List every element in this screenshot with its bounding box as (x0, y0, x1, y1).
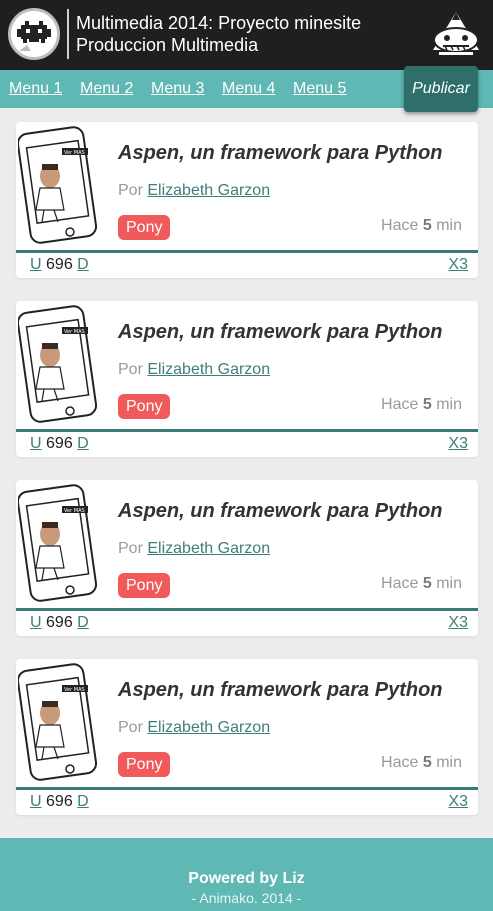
post-time: Hace 5 min (381, 575, 462, 593)
vote-score: 696 (46, 793, 73, 810)
post-author-line: Por Elizabeth Garzon (118, 182, 270, 200)
card-separator (16, 608, 478, 611)
downvote-link[interactable]: D (77, 614, 89, 631)
header-divider (67, 9, 69, 59)
footer-powered: Powered by Liz (188, 870, 305, 887)
page-footer: Powered by Liz - Animako. 2014 - (0, 838, 493, 911)
by-prefix: Por (118, 540, 143, 557)
nav-menu-3[interactable]: Menu 3 (151, 80, 204, 98)
post-author-line: Por Elizabeth Garzon (118, 719, 270, 737)
post-title[interactable]: Aspen, un framework para Python (118, 321, 443, 344)
downvote-link[interactable]: D (77, 256, 89, 273)
downvote-link[interactable]: D (77, 793, 89, 810)
post-card: Ver MAS Aspen, un framework para Python … (16, 301, 478, 457)
post-title[interactable]: Aspen, un framework para Python (118, 679, 443, 702)
post-votes: U 696 D (30, 435, 89, 453)
time-value: 5 (422, 396, 432, 413)
space-invader-logo-icon[interactable] (8, 8, 60, 60)
card-separator (16, 787, 478, 790)
share-link[interactable]: X3 (448, 256, 468, 274)
thumb-label: Ver MAS (64, 150, 85, 156)
footer-copyright: - Animako. 2014 - (191, 890, 302, 906)
vote-score: 696 (46, 256, 73, 273)
post-votes: U 696 D (30, 614, 89, 632)
upvote-link[interactable]: U (30, 793, 42, 810)
post-author-link[interactable]: Elizabeth Garzon (147, 182, 270, 199)
post-card: Ver MAS Aspen, un framework para Python … (16, 122, 478, 278)
post-votes: U 696 D (30, 793, 89, 811)
vote-score: 696 (46, 435, 73, 452)
site-title: Multimedia 2014: Proyecto minesite Produ… (76, 12, 361, 56)
thumb-label: Ver MAS (64, 508, 85, 514)
share-link[interactable]: X3 (448, 614, 468, 632)
by-prefix: Por (118, 719, 143, 736)
thumb-label: Ver MAS (64, 329, 85, 335)
post-author-line: Por Elizabeth Garzon (118, 361, 270, 379)
time-value: 5 (422, 575, 432, 592)
time-prefix: Hace (381, 575, 419, 592)
time-value: 5 (422, 754, 432, 771)
upvote-link[interactable]: U (30, 614, 42, 631)
post-tag[interactable]: Pony (118, 215, 171, 240)
post-thumbnail[interactable]: Ver MAS (16, 303, 104, 425)
card-separator (16, 429, 478, 432)
site-title-line2: Produccion Multimedia (76, 35, 259, 55)
time-prefix: Hace (381, 396, 419, 413)
nav-menu-1[interactable]: Menu 1 (9, 80, 62, 98)
nav-menu-5[interactable]: Menu 5 (293, 80, 346, 98)
post-tag[interactable]: Pony (118, 752, 171, 777)
upvote-link[interactable]: U (30, 435, 42, 452)
site-title-line1: Multimedia 2014: Proyecto minesite (76, 13, 362, 33)
time-prefix: Hace (381, 217, 419, 234)
by-prefix: Por (118, 361, 143, 378)
post-time: Hace 5 min (381, 396, 462, 414)
thumb-label: Ver MAS (64, 687, 85, 693)
upvote-link[interactable]: U (30, 256, 42, 273)
post-thumbnail[interactable]: Ver MAS (16, 482, 104, 604)
time-unit: min (436, 396, 462, 413)
post-author-link[interactable]: Elizabeth Garzon (147, 540, 270, 557)
nav-menu-2[interactable]: Menu 2 (80, 80, 133, 98)
share-link[interactable]: X3 (448, 435, 468, 453)
time-unit: min (436, 754, 462, 771)
post-author-link[interactable]: Elizabeth Garzon (147, 719, 270, 736)
card-separator (16, 250, 478, 253)
post-author-link[interactable]: Elizabeth Garzon (147, 361, 270, 378)
vote-score: 696 (46, 614, 73, 631)
time-unit: min (436, 217, 462, 234)
publish-button[interactable]: Publicar (404, 66, 478, 112)
post-thumbnail[interactable]: Ver MAS (16, 661, 104, 783)
post-time: Hace 5 min (381, 217, 462, 235)
downvote-link[interactable]: D (77, 435, 89, 452)
post-thumbnail[interactable]: Ver MAS (16, 124, 104, 246)
post-author-line: Por Elizabeth Garzon (118, 540, 270, 558)
post-card: Ver MAS Aspen, un framework para Python … (16, 480, 478, 636)
time-value: 5 (422, 217, 432, 234)
post-time: Hace 5 min (381, 754, 462, 772)
post-card: Ver MAS Aspen, un framework para Python … (16, 659, 478, 815)
nav-menu-4[interactable]: Menu 4 (222, 80, 275, 98)
mascot-logo-icon (429, 10, 483, 58)
share-link[interactable]: X3 (448, 793, 468, 811)
post-tag[interactable]: Pony (118, 394, 171, 419)
post-votes: U 696 D (30, 256, 89, 274)
time-unit: min (436, 575, 462, 592)
post-title[interactable]: Aspen, un framework para Python (118, 142, 443, 165)
app-header: Multimedia 2014: Proyecto minesite Produ… (0, 0, 493, 70)
by-prefix: Por (118, 182, 143, 199)
post-tag[interactable]: Pony (118, 573, 171, 598)
post-title[interactable]: Aspen, un framework para Python (118, 500, 443, 523)
time-prefix: Hace (381, 754, 419, 771)
